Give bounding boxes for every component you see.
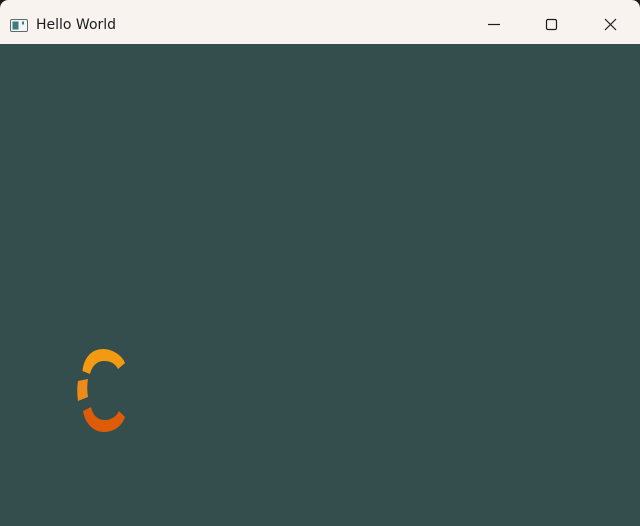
maximize-button[interactable] <box>523 0 581 44</box>
title-bar[interactable]: Hello World <box>0 0 640 44</box>
maximize-icon <box>545 18 558 31</box>
client-area <box>0 44 640 526</box>
minimize-icon <box>488 23 500 26</box>
close-icon <box>604 18 617 31</box>
spinner-bottom-arc <box>83 407 125 432</box>
close-button[interactable] <box>582 0 640 44</box>
window-title: Hello World <box>36 17 117 33</box>
loading-spinner-icon <box>70 340 140 440</box>
minimize-button[interactable] <box>465 0 523 44</box>
app-window: Hello World <box>0 0 640 526</box>
spinner-top-arc <box>82 349 125 374</box>
spinner-left-arc <box>77 379 88 401</box>
window-app-icon <box>10 17 28 32</box>
